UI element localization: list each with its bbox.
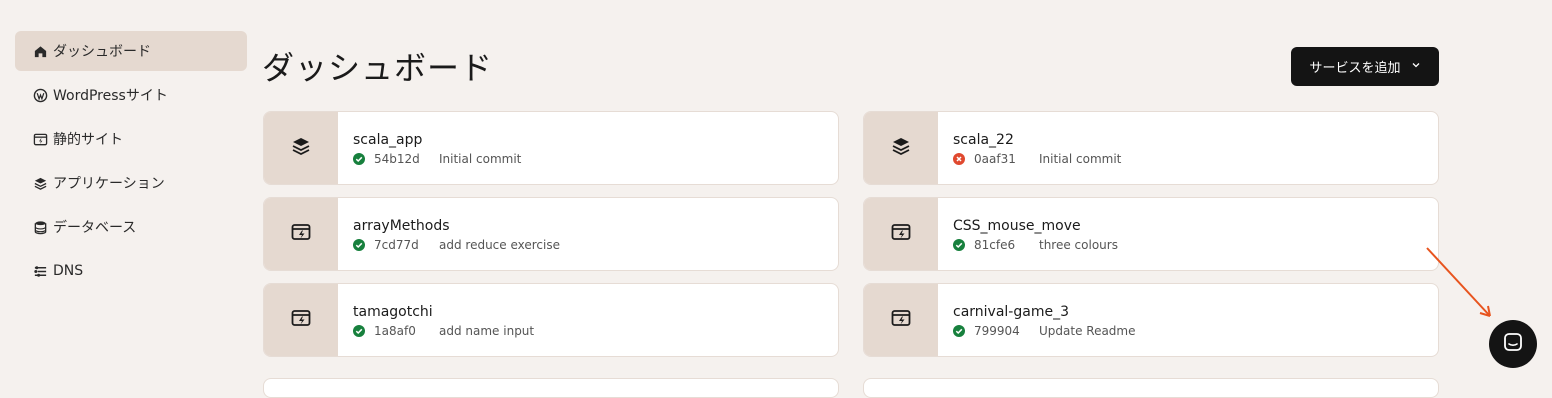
card-thumbnail	[264, 198, 338, 270]
service-card[interactable]: arrayMethods 7cd77d add reduce exercise	[263, 197, 839, 271]
sidebar-item-label: 静的サイト	[53, 132, 123, 148]
failed-icon	[953, 153, 965, 165]
service-card-partial[interactable]	[863, 378, 1439, 398]
annotation-arrow-icon	[1426, 247, 1491, 317]
success-icon	[353, 325, 365, 337]
sidebar-item-label: データベース	[53, 220, 137, 236]
success-icon	[353, 153, 365, 165]
commit-hash: 54b12d	[374, 152, 420, 166]
static-site-icon	[32, 131, 48, 147]
chevron-down-icon	[1411, 59, 1421, 74]
commit-hash: 1a8af0	[374, 324, 416, 338]
database-icon	[32, 219, 48, 235]
success-icon	[953, 325, 965, 337]
sidebar-item-dns[interactable]: DNS	[15, 251, 247, 291]
chat-support-button[interactable]	[1489, 320, 1537, 368]
service-card[interactable]: CSS_mouse_move 81cfe6 three colours	[863, 197, 1439, 271]
layers-icon	[290, 135, 312, 161]
sidebar-item-label: DNS	[53, 263, 84, 279]
sidebar-item-applications[interactable]: アプリケーション	[15, 163, 247, 203]
layers-icon	[32, 175, 48, 191]
sidebar-item-wordpress[interactable]: WordPressサイト	[15, 75, 247, 115]
service-name: scala_22	[953, 132, 1014, 148]
commit-hash: 81cfe6	[974, 238, 1016, 252]
service-name: CSS_mouse_move	[953, 218, 1081, 234]
card-thumbnail	[264, 112, 338, 184]
sidebar-item-label: WordPressサイト	[53, 88, 168, 104]
page-title: ダッシュボード	[262, 49, 494, 87]
commit-message: add name input	[439, 324, 535, 338]
commit-hash: 0aaf31	[974, 152, 1016, 166]
sidebar-item-label: ダッシュボード	[53, 44, 151, 60]
static-site-icon	[890, 307, 912, 333]
card-thumbnail	[864, 198, 938, 270]
add-service-label: サービスを追加	[1309, 61, 1401, 76]
success-icon	[953, 239, 965, 251]
commit-message: three colours	[1039, 238, 1118, 252]
static-site-icon	[290, 221, 312, 247]
static-site-icon	[890, 221, 912, 247]
service-card[interactable]: carnival-game_3 799904 Update Readme	[863, 283, 1439, 357]
success-icon	[353, 239, 365, 251]
commit-message: Initial commit	[439, 152, 522, 166]
chat-icon	[1502, 331, 1524, 357]
sidebar-item-label: アプリケーション	[53, 176, 165, 192]
card-thumbnail	[864, 112, 938, 184]
sidebar: ダッシュボード WordPressサイト 静的サイト アプリケーション データベ…	[15, 31, 247, 295]
add-service-button[interactable]: サービスを追加	[1291, 47, 1439, 86]
home-icon	[32, 43, 48, 59]
card-thumbnail	[864, 284, 938, 356]
sidebar-item-databases[interactable]: データベース	[15, 207, 247, 247]
service-card[interactable]: scala_app 54b12d Initial commit	[263, 111, 839, 185]
layers-icon	[890, 135, 912, 161]
service-name: scala_app	[353, 132, 423, 148]
commit-message: Initial commit	[1039, 152, 1122, 166]
sidebar-item-dashboard[interactable]: ダッシュボード	[15, 31, 247, 71]
static-site-icon	[290, 307, 312, 333]
commit-hash: 799904	[974, 324, 1020, 338]
service-name: carnival-game_3	[953, 304, 1069, 320]
card-thumbnail	[264, 284, 338, 356]
service-card[interactable]: scala_22 0aaf31 Initial commit	[863, 111, 1439, 185]
wordpress-icon	[32, 87, 48, 103]
commit-hash: 7cd77d	[374, 238, 419, 252]
service-name: arrayMethods	[353, 218, 450, 234]
commit-message: Update Readme	[1039, 324, 1136, 338]
dns-icon	[32, 263, 48, 279]
commit-message: add reduce exercise	[439, 238, 560, 252]
service-card[interactable]: tamagotchi 1a8af0 add name input	[263, 283, 839, 357]
sidebar-item-static-sites[interactable]: 静的サイト	[15, 119, 247, 159]
service-name: tamagotchi	[353, 304, 433, 320]
service-card-partial[interactable]	[263, 378, 839, 398]
